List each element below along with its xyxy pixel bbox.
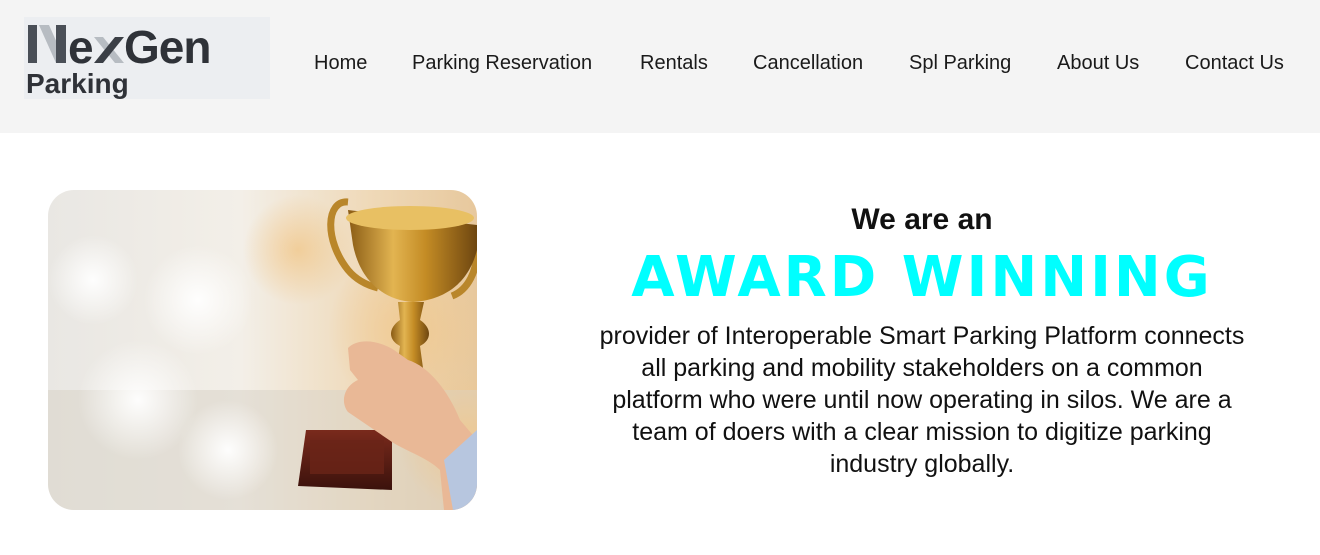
- award-description: provider of Interoperable Smart Parking …: [599, 322, 1245, 478]
- nav-cancellation[interactable]: Cancellation: [753, 52, 863, 75]
- nav-about-us[interactable]: About Us: [1057, 52, 1139, 75]
- trophy-photo-icon: [48, 190, 477, 510]
- nav-contact-us[interactable]: Contact Us: [1185, 52, 1284, 75]
- nav-home[interactable]: Home: [314, 52, 367, 75]
- svg-text:Gen: Gen: [124, 21, 210, 73]
- award-trophy-image: [48, 190, 477, 510]
- nav-rentals[interactable]: Rentals: [640, 52, 708, 75]
- svg-text:e: e: [68, 21, 93, 73]
- award-highlight: AWARD WINNING: [631, 245, 1213, 310]
- award-copy: We are an AWARD WINNING provider of Inte…: [590, 200, 1254, 480]
- nav-spl-parking[interactable]: Spl Parking: [909, 52, 1011, 75]
- award-intro: We are an: [851, 203, 993, 236]
- nexgen-parking-logo[interactable]: e Gen Parking: [24, 17, 270, 99]
- nav-parking-reservation[interactable]: Parking Reservation: [412, 52, 592, 75]
- logo-text-parking: Parking: [26, 68, 129, 99]
- logo-mark-icon: e Gen Parking: [26, 21, 211, 99]
- site-header: e Gen Parking Home Parking Reservation R…: [0, 0, 1320, 133]
